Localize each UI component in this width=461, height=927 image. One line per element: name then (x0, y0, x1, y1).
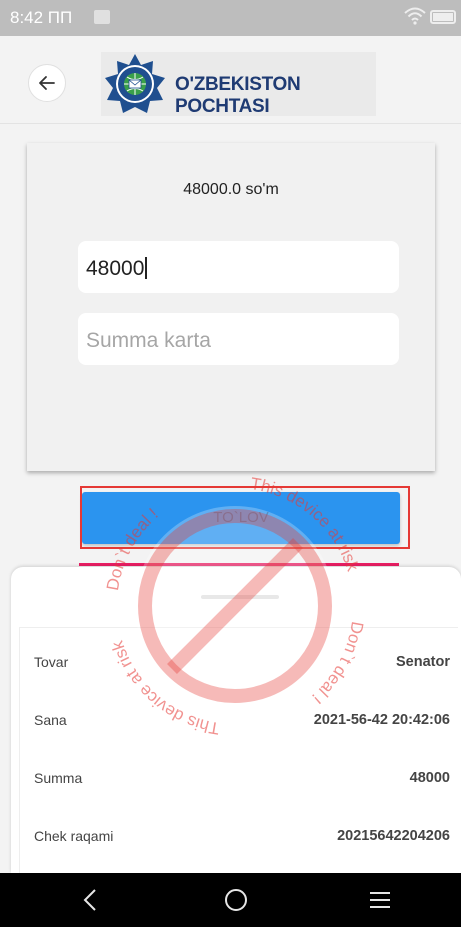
post-emblem-icon (105, 54, 165, 113)
wifi-icon (404, 7, 426, 25)
receipt-value: Senator (396, 654, 450, 670)
receipt-sheet: Tovar Senator Sana 2021-56-42 20:42:06 S… (11, 567, 461, 873)
receipt-label: Chek raqami (34, 828, 114, 844)
logo: O'ZBEKISTON POCHTASI (101, 52, 376, 117)
nav-menu-icon[interactable] (370, 892, 390, 913)
battery-icon (430, 10, 456, 24)
text-cursor (145, 257, 148, 279)
receipt-value: 2021-56-42 20:42:06 (313, 712, 450, 728)
amount-display: 48000.0 so'm (183, 181, 279, 198)
card-amount-input[interactable]: Summa karta (78, 313, 399, 365)
receipt-label: Sana (34, 712, 67, 728)
amount-input[interactable]: 48000 (78, 241, 399, 293)
highlight-box (80, 486, 410, 549)
receipt-label: Summa (34, 770, 83, 786)
receipt-value: 20215642204206 (337, 828, 450, 844)
receipt-list: Tovar Senator Sana 2021-56-42 20:42:06 S… (19, 627, 458, 873)
progress-line (79, 563, 399, 566)
status-bar: 8:42 ПП (0, 0, 461, 36)
image-notification-icon (94, 10, 110, 24)
receipt-label: Tovar (34, 654, 69, 670)
system-nav-bar (0, 873, 461, 927)
app-bar: O'ZBEKISTON POCHTASI (0, 36, 461, 124)
arrow-left-icon (39, 76, 55, 90)
nav-home-icon[interactable] (225, 889, 247, 911)
drag-handle[interactable] (201, 595, 279, 599)
status-time: 8:42 ПП (10, 8, 73, 27)
logo-text: O'ZBEKISTON POCHTASI (175, 74, 301, 117)
payment-card: 48000.0 so'm 48000 Summa karta (27, 143, 435, 471)
back-button[interactable] (28, 64, 66, 102)
amount-input-value: 48000 (86, 257, 145, 280)
nav-back-icon[interactable] (80, 887, 100, 913)
receipt-value: 48000 (409, 770, 450, 786)
